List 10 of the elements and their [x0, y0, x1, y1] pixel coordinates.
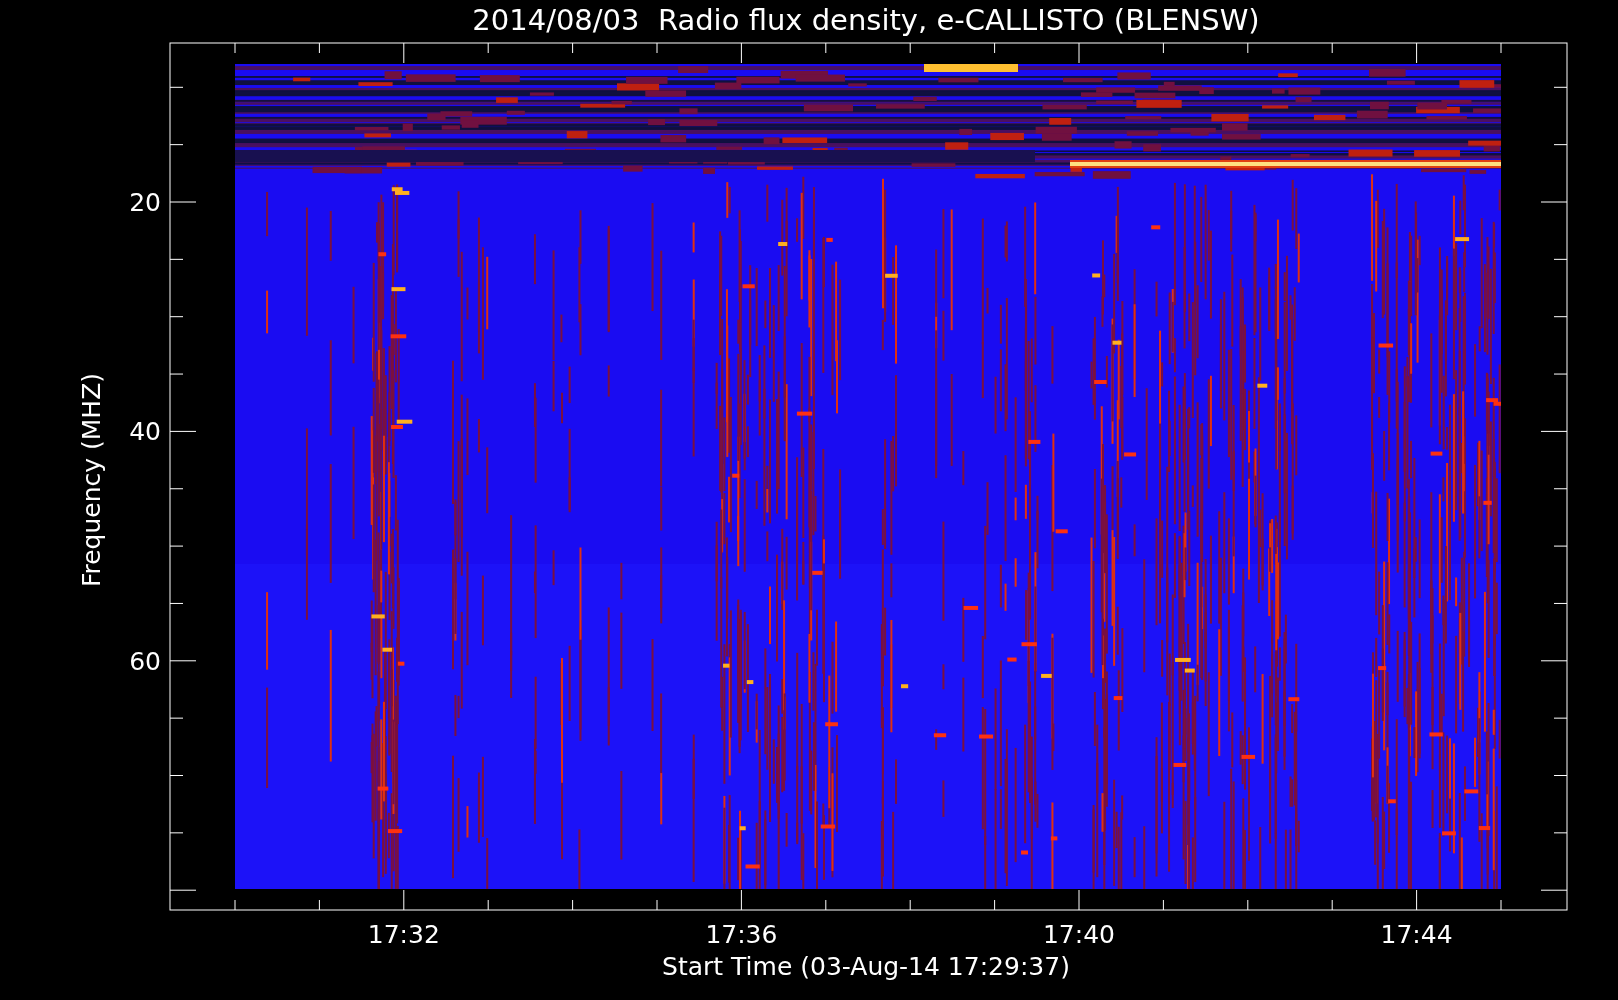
tick-label: 20 [129, 188, 161, 217]
axis-label: Start Time (03-Aug-14 17:29:37) [662, 952, 1070, 981]
axis-label: Frequency (MHZ) [77, 372, 106, 588]
tick-label: 17:36 [705, 920, 778, 949]
tick-label: 40 [129, 417, 161, 447]
plot-title: 2014/08/03 Radio flux density, e-CALLISTO (BLENSW) [472, 3, 1260, 37]
tick-label: 17:32 [367, 920, 440, 949]
tick-label: 60 [129, 646, 161, 676]
tick-label: 17:40 [1043, 920, 1115, 949]
tick-label: 17:44 [1380, 920, 1453, 949]
